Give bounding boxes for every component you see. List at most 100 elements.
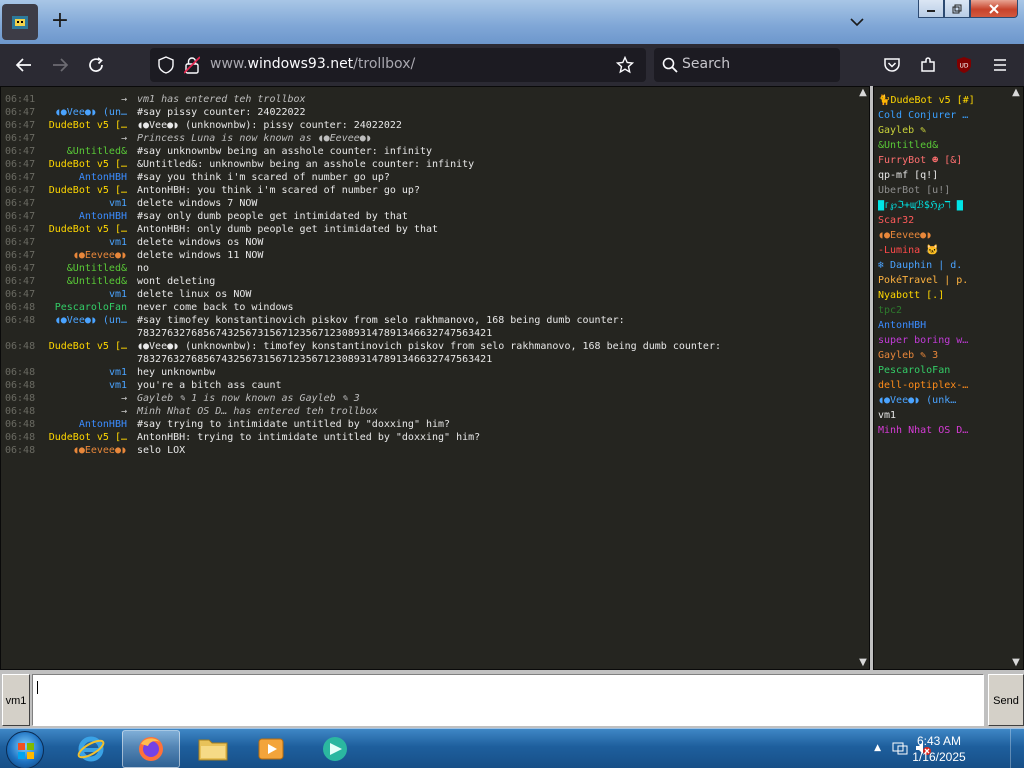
scroll-up-icon[interactable]: ▲ — [856, 87, 869, 99]
message-nick[interactable]: DudeBot v5 [… — [39, 223, 127, 236]
message-text: AntonHBH: you think i'm scared of number… — [137, 185, 420, 196]
message-nick[interactable]: DudeBot v5 [… — [39, 119, 127, 132]
green-app-icon — [323, 737, 347, 761]
nick-button[interactable]: vm1 — [2, 674, 30, 726]
user-list-item[interactable]: ❄ Dauphin | d. — [878, 258, 1010, 273]
extensions-button[interactable] — [916, 53, 940, 77]
minimize-button[interactable] — [918, 0, 944, 18]
url-text[interactable]: www.windows93.net/trollbox/ — [210, 56, 415, 72]
firefox-icon — [139, 737, 163, 761]
shield-icon[interactable] — [158, 56, 174, 78]
scroll-down-icon[interactable]: ▼ — [856, 657, 869, 669]
message-nick[interactable]: vm1 — [39, 379, 127, 392]
chat-message: 06:48 DudeBot v5 [… AntonHBH: trying to in… — [1, 431, 853, 444]
message-nick[interactable]: vm1 — [39, 197, 127, 210]
show-desktop-button[interactable] — [1010, 729, 1024, 768]
message-nick[interactable]: vm1 — [39, 236, 127, 249]
bookmark-star-icon[interactable] — [615, 55, 635, 78]
menu-button[interactable] — [988, 53, 1012, 77]
ublock-button[interactable]: UD — [952, 53, 976, 77]
user-list-item[interactable]: Scar32 — [878, 213, 1010, 228]
message-nick[interactable]: AntonHBH — [39, 418, 127, 431]
show-hidden-icons-icon[interactable]: ▲ — [874, 743, 881, 753]
user-list-item[interactable]: Minh Nhat OS D… — [878, 423, 1010, 438]
chat-message: 06:47 &Untitled& #say unknownbw being an a… — [1, 145, 853, 158]
taskbar-media-player[interactable] — [242, 730, 300, 768]
search-bar[interactable]: Search — [654, 48, 840, 82]
taskbar-file-explorer[interactable] — [184, 730, 242, 768]
message-nick[interactable]: ◖●Vee●◗ (un… — [39, 106, 127, 119]
user-list-item[interactable]: &Untitled& — [878, 138, 1010, 153]
new-tab-button[interactable]: + — [48, 10, 72, 34]
list-all-tabs-button[interactable] — [846, 12, 868, 32]
message-nick[interactable]: DudeBot v5 [… — [39, 431, 127, 444]
user-list-item[interactable]: dell-optiplex-… — [878, 378, 1010, 393]
back-button[interactable] — [12, 53, 36, 77]
user-list-item[interactable]: PescaroloFan — [878, 363, 1010, 378]
message-text: AntonHBH: trying to intimidate untitled … — [137, 432, 481, 443]
message-nick[interactable]: AntonHBH — [39, 210, 127, 223]
message-nick[interactable]: DudeBot v5 [… — [39, 340, 127, 353]
restore-button[interactable] — [944, 0, 970, 18]
user-list-item[interactable]: PokéTravel | p. — [878, 273, 1010, 288]
taskbar-internet-explorer[interactable] — [62, 730, 120, 768]
reload-button[interactable] — [84, 53, 108, 77]
scroll-up-icon[interactable]: ▲ — [1009, 87, 1023, 99]
system-arrow: → — [120, 133, 127, 144]
message-input[interactable] — [32, 674, 984, 726]
user-list-item[interactable]: AntonHBH — [878, 318, 1010, 333]
pocket-button[interactable] — [880, 53, 904, 77]
message-nick[interactable]: DudeBot v5 [… — [39, 158, 127, 171]
user-list-item[interactable]: Nyabott [.] — [878, 288, 1010, 303]
message-nick[interactable]: DudeBot v5 [… — [39, 184, 127, 197]
user-list-item[interactable]: ◖●Vee●◗ (unk… — [878, 393, 1010, 408]
clock-date: 1/16/2025 — [912, 750, 966, 764]
forward-button[interactable] — [48, 53, 72, 77]
user-list-item[interactable]: tpc2 — [878, 303, 1010, 318]
system-clock[interactable]: 6:43 AM 1/16/2025 — [902, 733, 976, 765]
user-list-item[interactable]: vm1 — [878, 408, 1010, 423]
user-list-item[interactable]: -Lumina 🐱 — [878, 243, 1010, 258]
message-nick[interactable]: ◖●Eevee●◗ — [39, 444, 127, 457]
message-time: 06:47 — [5, 146, 36, 157]
forward-arrow-icon — [53, 58, 69, 72]
user-list-item[interactable]: ▇ᴦ℘ℑ+ɰℬ$ℌ℘ℸ ▇ — [878, 198, 1010, 213]
message-text: you're a bitch ass caunt — [137, 380, 282, 391]
taskbar-app-green[interactable] — [306, 730, 364, 768]
send-button[interactable]: Send — [988, 674, 1024, 726]
message-nick[interactable]: &Untitled& — [39, 262, 127, 275]
user-list-item[interactable]: qp-mf [q!] — [878, 168, 1010, 183]
user-list-item[interactable]: FurryBot ☻ [&] — [878, 153, 1010, 168]
system-message-text: Gayleb ✎ 1 is now known as Gayleb ✎ 3 — [137, 393, 360, 404]
tab-strip: + — [0, 0, 1024, 44]
message-nick[interactable]: PescaroloFan — [39, 301, 127, 314]
chat-message: 06:48 DudeBot v5 [… ◖●Vee●◗ (unknownbw): t… — [1, 340, 853, 353]
message-nick[interactable]: AntonHBH — [39, 171, 127, 184]
user-list-item[interactable]: ◖●Eevee●◗ — [878, 228, 1010, 243]
user-list-item[interactable]: super boring w… — [878, 333, 1010, 348]
tab-trollbox[interactable] — [2, 4, 38, 40]
message-nick[interactable]: ◖●Eevee●◗ — [39, 249, 127, 262]
taskbar-firefox[interactable] — [122, 730, 180, 768]
user-list-item[interactable]: Cold Conjurer … — [878, 108, 1010, 123]
user-list-item[interactable]: UberBot [u!] — [878, 183, 1010, 198]
user-list-item[interactable]: Gayleb ✎ 3 — [878, 348, 1010, 363]
start-button[interactable] — [6, 731, 44, 768]
message-continuation: 7832763276856743256731567123567123089314… — [1, 327, 853, 340]
message-nick[interactable]: &Untitled& — [39, 145, 127, 158]
close-window-button[interactable] — [970, 0, 1018, 18]
user-list-item[interactable]: 🐈DudeBot v5 [#] — [878, 93, 1010, 108]
user-list-item[interactable]: Gayleb ✎ — [878, 123, 1010, 138]
insecure-lock-icon[interactable] — [183, 56, 201, 78]
url-bar[interactable]: www.windows93.net/trollbox/ — [150, 48, 646, 82]
userlist-scrollbar[interactable]: ▲ ▼ — [1009, 87, 1023, 669]
chat-scrollbar[interactable]: ▲ ▼ — [856, 87, 869, 669]
message-nick[interactable]: ◖●Vee●◗ (un… — [39, 314, 127, 327]
message-nick[interactable]: vm1 — [39, 288, 127, 301]
chat-message: 06:47 AntonHBH #say you think i'm scared o… — [1, 171, 853, 184]
message-nick[interactable]: &Untitled& — [39, 275, 127, 288]
back-arrow-icon — [15, 58, 31, 72]
system-message-text: vm1 has entered teh trollbox — [137, 94, 306, 105]
message-nick[interactable]: vm1 — [39, 366, 127, 379]
scroll-down-icon[interactable]: ▼ — [1009, 657, 1023, 669]
